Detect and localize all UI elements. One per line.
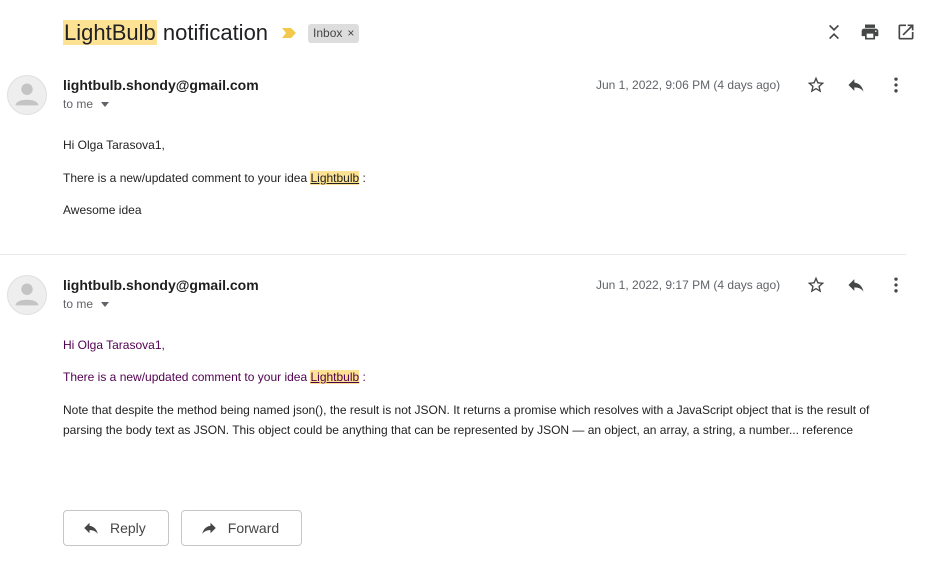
notice-suffix: : xyxy=(359,370,366,384)
thread-actions xyxy=(824,22,916,42)
message-comment: Awesome idea xyxy=(63,203,142,217)
message-date: Jun 1, 2022, 9:06 PM (4 days ago) xyxy=(596,78,781,92)
reply-forward-bar: Reply Forward xyxy=(63,510,303,546)
recipient-label: to me xyxy=(63,297,94,311)
forward-button[interactable]: Forward xyxy=(180,510,303,546)
message-date: Jun 1, 2022, 9:17 PM (4 days ago) xyxy=(596,278,781,292)
avatar-icon xyxy=(7,75,47,115)
open-new-window-icon[interactable] xyxy=(896,22,916,42)
print-icon[interactable] xyxy=(860,22,880,42)
notice-suffix: : xyxy=(359,171,366,185)
recipient-details[interactable]: to me xyxy=(63,97,110,111)
idea-link[interactable]: Lightbulb xyxy=(310,370,360,384)
chevron-down-icon[interactable] xyxy=(101,302,110,307)
reply-button[interactable]: Reply xyxy=(63,510,169,546)
message-comment: Note that despite the method being named… xyxy=(63,403,870,437)
quoted-greeting: Hi Olga Tarasova1, xyxy=(63,338,165,352)
message-actions xyxy=(806,75,906,95)
remove-label-icon[interactable]: × xyxy=(347,26,354,40)
subject-highlight: LightBulb xyxy=(63,20,157,45)
reply-icon[interactable] xyxy=(846,75,866,95)
reply-icon[interactable] xyxy=(846,275,866,295)
message-greeting: Hi Olga Tarasova1, xyxy=(63,138,165,152)
label-chip-text: Inbox xyxy=(313,26,343,40)
collapse-all-icon[interactable] xyxy=(824,22,844,42)
forward-icon xyxy=(202,522,216,534)
recipient-details[interactable]: to me xyxy=(63,297,110,311)
message-actions xyxy=(806,275,906,295)
reply-label: Reply xyxy=(110,520,146,536)
more-vert-icon[interactable] xyxy=(886,275,906,295)
quoted-notice-line: There is a new/updated comment to your i… xyxy=(63,367,366,387)
subject-row: LightBulb notification Inbox × xyxy=(63,16,360,50)
message-notice-line: There is a new/updated comment to your i… xyxy=(63,168,366,188)
star-icon[interactable] xyxy=(806,75,826,95)
notice-prefix: There is a new/updated comment to your i… xyxy=(63,171,311,185)
email-subject: LightBulb notification xyxy=(63,20,268,46)
reply-icon xyxy=(84,522,98,534)
recipient-label: to me xyxy=(63,97,94,111)
notice-prefix: There is a new/updated comment to your i… xyxy=(63,370,311,384)
idea-link[interactable]: Lightbulb xyxy=(310,171,360,185)
sender-email[interactable]: lightbulb.shondy@gmail.com xyxy=(63,77,259,93)
avatar-icon xyxy=(7,275,47,315)
forward-label: Forward xyxy=(227,520,280,536)
message-divider xyxy=(0,254,906,255)
importance-marker-icon[interactable] xyxy=(280,26,298,40)
star-icon[interactable] xyxy=(806,275,826,295)
more-vert-icon[interactable] xyxy=(886,75,906,95)
label-chip-inbox[interactable]: Inbox × xyxy=(308,23,360,43)
sender-email[interactable]: lightbulb.shondy@gmail.com xyxy=(63,277,259,293)
chevron-down-icon[interactable] xyxy=(101,102,110,107)
subject-rest: notification xyxy=(156,20,269,45)
